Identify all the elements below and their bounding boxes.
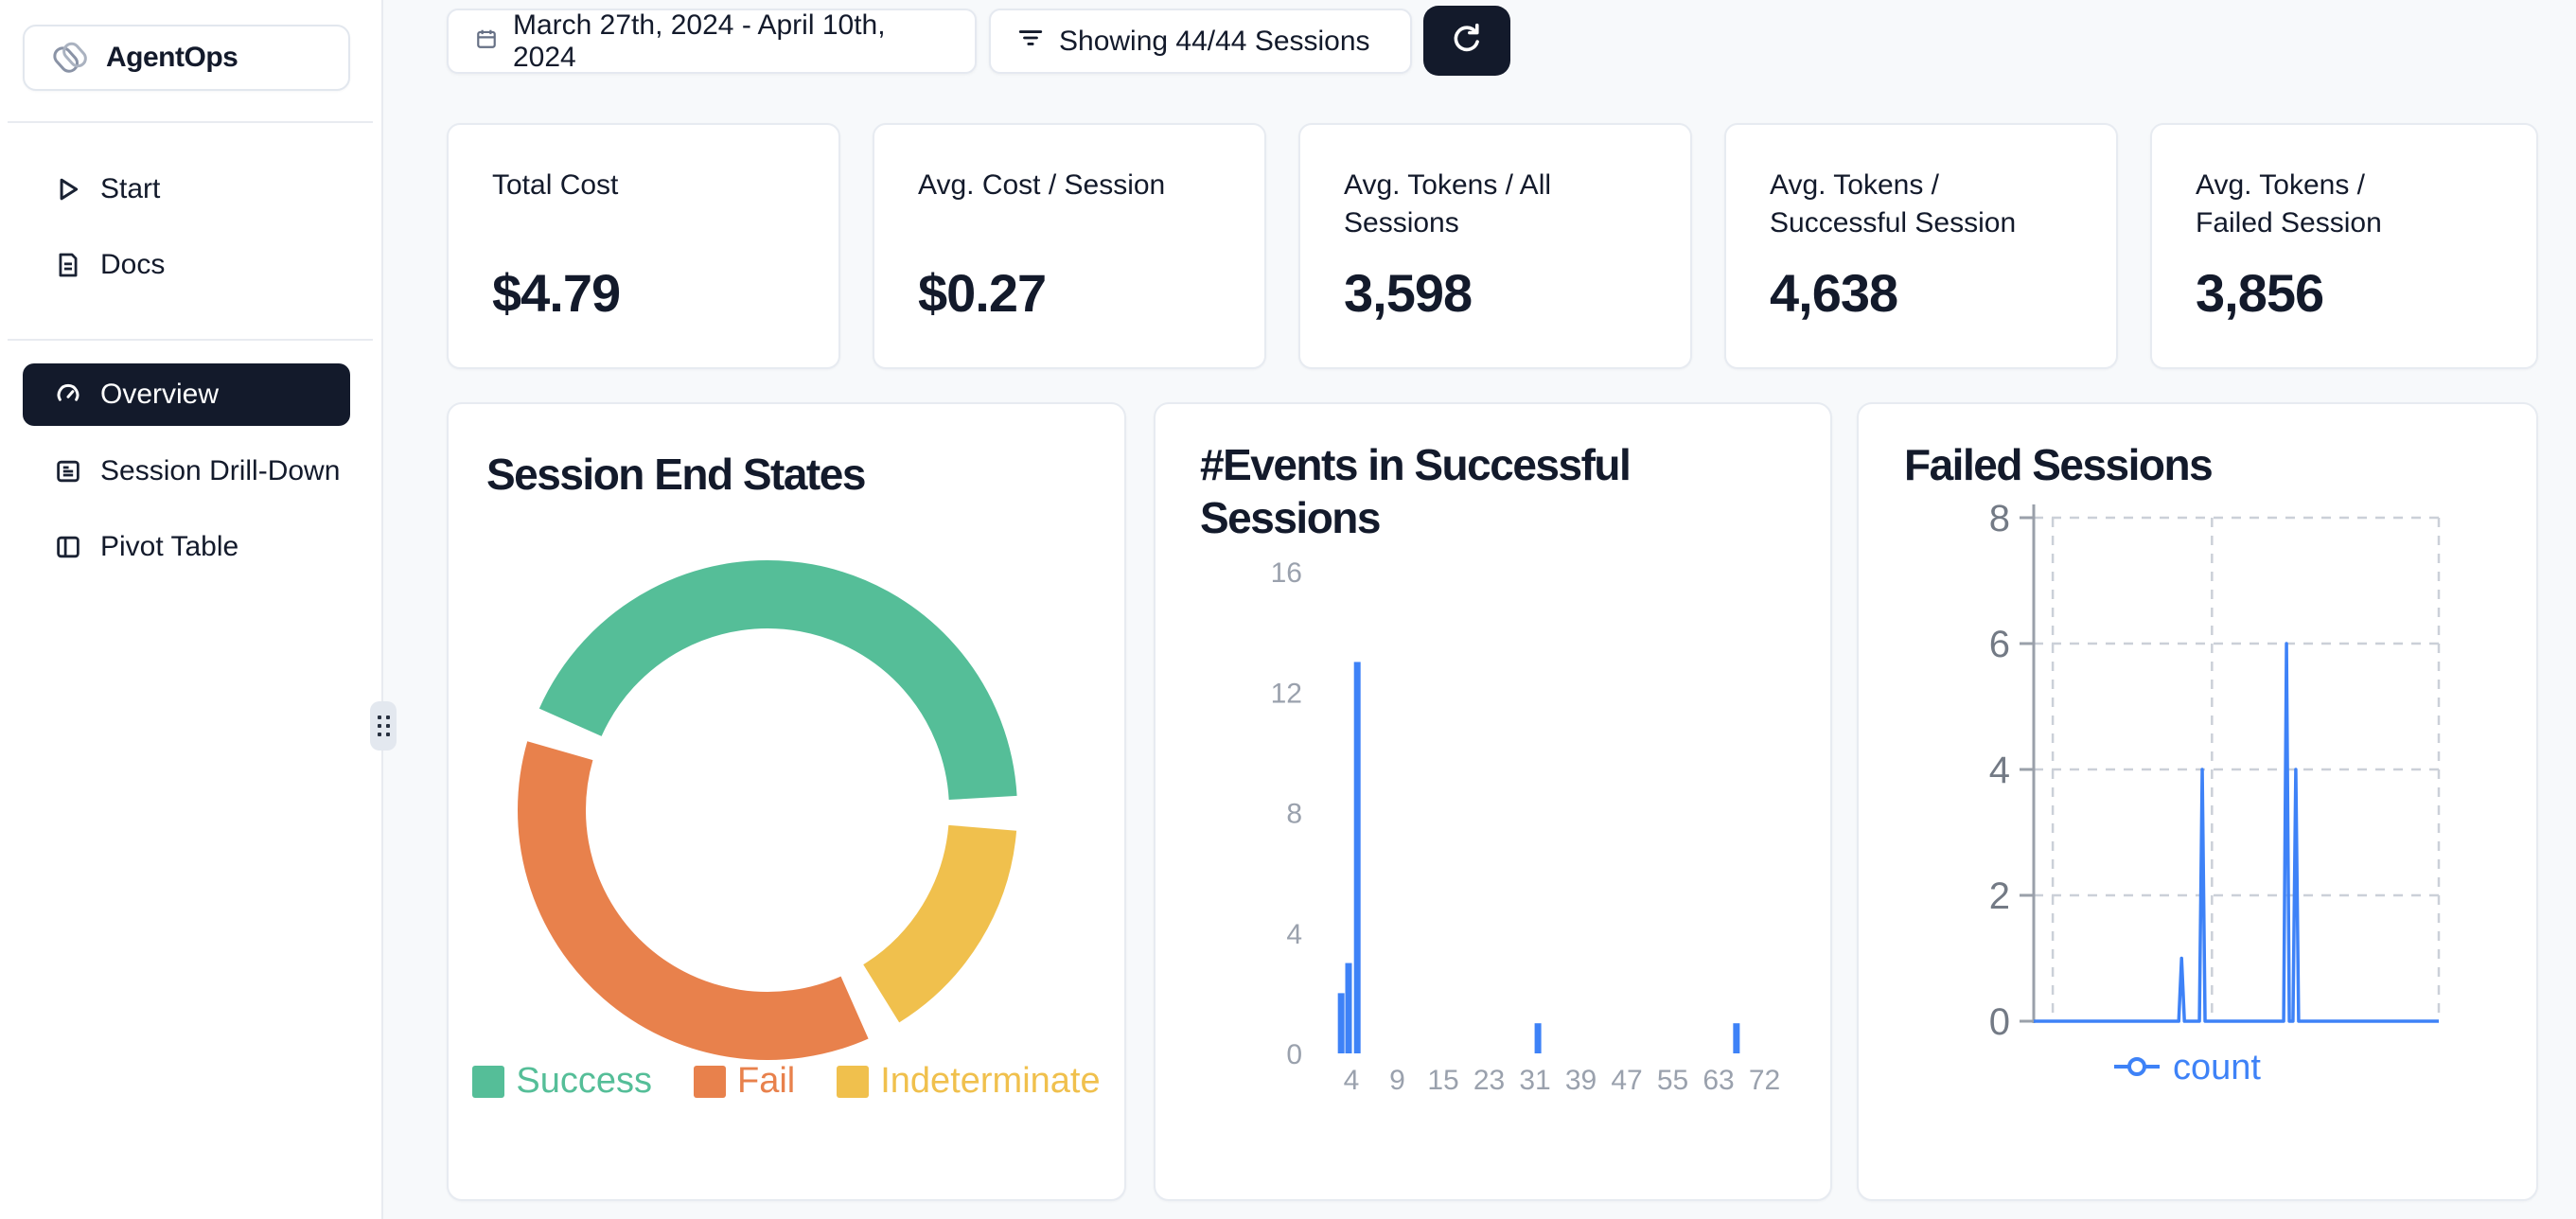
events-histogram: 0481216491523313947556372 [1156,404,1834,1203]
sidebar-item-session-drill-down[interactable]: Session Drill-Down [23,443,350,500]
sidebar-item-label: Docs [100,249,165,281]
paperclip-icon [49,35,91,81]
document-icon [53,250,83,280]
stat-card-avg-cost-session: Avg. Cost / Session $0.27 [873,123,1266,369]
stat-card-avg-tokens-all: Avg. Tokens / All Sessions 3,598 [1298,123,1692,369]
play-icon [53,174,83,204]
refresh-icon [1449,22,1485,61]
stat-card-avg-tokens-successful: Avg. Tokens / Successful Session 4,638 [1724,123,2118,369]
svg-text:9: 9 [1389,1065,1405,1096]
calendar-icon [475,26,498,58]
filter-lines-icon [1017,25,1044,59]
stat-value: $4.79 [492,262,795,324]
date-range-label: March 27th, 2024 - April 10th, 2024 [513,9,948,74]
sidebar-divider [8,121,373,123]
session-filter-label: Showing 44/44 Sessions [1059,26,1370,58]
svg-text:72: 72 [1749,1065,1780,1096]
svg-text:31: 31 [1519,1065,1550,1096]
stat-label: Total Cost [492,167,795,204]
refresh-button[interactable] [1423,6,1510,76]
app-title: AgentOps [106,42,238,74]
sidebar-item-overview[interactable]: Overview [23,363,350,426]
sidebar-item-label: Overview [100,379,219,411]
sidebar-item-label: Session Drill-Down [100,455,340,487]
svg-text:8: 8 [1286,799,1302,830]
sidebar-item-start[interactable]: Start [23,161,350,218]
legend-label: Success [516,1061,652,1102]
svg-text:8: 8 [1989,498,2010,539]
agentops-dashboard: AgentOps Start Docs [0,0,2576,1219]
stat-value: 4,638 [1770,262,2073,324]
donut-legend: Success Fail Indeterminate [449,1061,1124,1102]
stat-label: Avg. Tokens / All Sessions [1344,167,1590,242]
sidebar-item-label: Pivot Table [100,531,238,563]
stat-label: Avg. Tokens / Failed Session [2196,167,2432,242]
svg-text:0: 0 [1989,1001,2010,1043]
legend-item-success[interactable]: Success [472,1061,652,1102]
svg-text:55: 55 [1657,1065,1688,1096]
svg-text:16: 16 [1271,557,1302,589]
gauge-icon [53,380,83,410]
stat-value: 3,856 [2196,262,2493,324]
legend-label: Indeterminate [880,1061,1100,1102]
svg-text:4: 4 [1286,919,1302,950]
svg-text:63: 63 [1703,1065,1734,1096]
stat-label: Avg. Cost / Session [918,167,1221,204]
count-legend[interactable]: count [2173,1048,2261,1087]
svg-text:2: 2 [1989,875,2010,917]
svg-text:4: 4 [1989,750,2010,791]
svg-text:6: 6 [1989,624,2010,665]
legend-item-fail[interactable]: Fail [694,1061,795,1102]
legend-swatch [472,1066,504,1098]
sidebar-item-docs[interactable]: Docs [23,237,350,293]
sidebar-divider [8,339,373,341]
svg-text:47: 47 [1611,1065,1642,1096]
events-histogram-card: #Events in Successful Sessions 048121649… [1154,402,1832,1201]
logo[interactable]: AgentOps [23,25,350,91]
stat-value: 3,598 [1344,262,1647,324]
sidebar: AgentOps Start Docs [0,0,383,1219]
svg-text:39: 39 [1565,1065,1597,1096]
legend-swatch [694,1066,726,1098]
legend-label: Fail [737,1061,795,1102]
date-range-button[interactable]: March 27th, 2024 - April 10th, 2024 [447,9,977,74]
legend-swatch [837,1066,869,1098]
sidebar-panel-icon [53,532,83,562]
sidebar-resize-grip[interactable] [370,701,397,751]
session-end-states-card: Session End States Success Fail Indeterm… [447,402,1126,1201]
sidebar-item-pivot-table[interactable]: Pivot Table [23,519,350,575]
svg-text:4: 4 [1344,1065,1360,1096]
session-filter-button[interactable]: Showing 44/44 Sessions [989,9,1412,74]
stat-value: $0.27 [918,262,1221,324]
failed-sessions-chart: 0 2 4 6 8 count [1859,404,2540,1203]
stat-card-total-cost: Total Cost $4.79 [447,123,840,369]
svg-text:15: 15 [1427,1065,1458,1096]
svg-text:0: 0 [1286,1039,1302,1070]
svg-text:12: 12 [1271,678,1302,709]
failed-sessions-card: Failed Sessions 02468count [1857,402,2538,1201]
sidebar-item-label: Start [100,173,160,205]
svg-text:23: 23 [1473,1065,1505,1096]
legend-item-indeterminate[interactable]: Indeterminate [837,1061,1100,1102]
stat-label: Avg. Tokens / Successful Session [1770,167,2054,242]
list-box-icon [53,456,83,486]
stat-card-avg-tokens-failed: Avg. Tokens / Failed Session 3,856 [2150,123,2538,369]
